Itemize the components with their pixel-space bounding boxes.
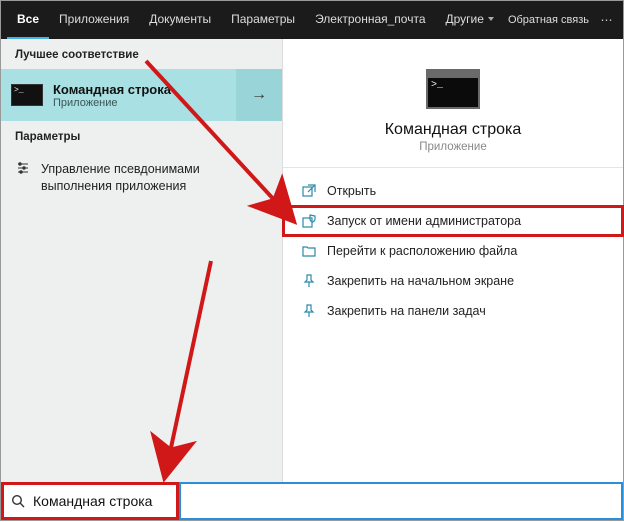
tab-documents[interactable]: Документы [139,1,221,39]
details-action-list: Открыть Запуск от имени администратора П… [283,168,623,334]
search-scope-tabs: Все Приложения Документы Параметры Элект… [1,1,623,39]
search-bar: Командная строка [1,482,623,520]
action-run-as-admin[interactable]: Запуск от имени администратора [283,206,623,236]
open-icon [301,183,317,199]
best-match-result[interactable]: Командная строка Приложение → [1,69,282,121]
tab-email[interactable]: Электронная_почта [305,1,435,39]
overflow-menu[interactable]: ⋯ [597,1,617,39]
settings-results-header: Параметры [1,121,282,151]
best-match-subtitle: Приложение [53,97,171,109]
action-pin-start[interactable]: Закрепить на начальном экране [283,266,623,296]
pin-start-icon [301,273,317,289]
command-prompt-icon [11,84,43,106]
feedback-link[interactable]: Обратная связь [508,1,597,39]
shield-admin-icon [301,213,317,229]
folder-location-icon [301,243,317,259]
tab-all[interactable]: Все [7,1,49,39]
details-title: Командная строка [385,121,522,139]
search-icon [11,494,25,508]
action-pin-taskbar[interactable]: Закрепить на панели задач [283,296,623,326]
settings-result-alias[interactable]: Управление псевдонимами выполнения прило… [1,151,282,205]
tab-settings[interactable]: Параметры [221,1,305,39]
search-input[interactable] [181,484,621,518]
expand-arrow-icon[interactable]: → [236,69,282,121]
action-open-file-location[interactable]: Перейти к расположению файла [283,236,623,266]
list-settings-icon [15,161,31,177]
pin-taskbar-icon [301,303,317,319]
best-match-title: Командная строка [53,82,171,97]
results-pane: Лучшее соответствие Командная строка При… [1,39,283,482]
search-query-box[interactable]: Командная строка [1,482,179,520]
best-match-header: Лучшее соответствие [1,39,282,69]
action-pin-taskbar-label: Закрепить на панели задач [327,304,486,318]
details-pane: Командная строка Приложение Открыть Запу… [283,39,623,482]
action-open[interactable]: Открыть [283,176,623,206]
details-subtitle: Приложение [419,141,486,153]
tab-apps[interactable]: Приложения [49,1,139,39]
search-input-area[interactable] [179,482,623,520]
action-pin-start-label: Закрепить на начальном экране [327,274,514,288]
action-run-as-admin-label: Запуск от имени администратора [327,214,521,228]
action-open-label: Открыть [327,184,376,198]
command-prompt-large-icon [426,69,480,109]
search-query-text: Командная строка [33,493,152,509]
action-file-location-label: Перейти к расположению файла [327,244,517,258]
settings-result-label: Управление псевдонимами выполнения прило… [41,161,268,195]
tab-more[interactable]: Другие [436,1,504,39]
